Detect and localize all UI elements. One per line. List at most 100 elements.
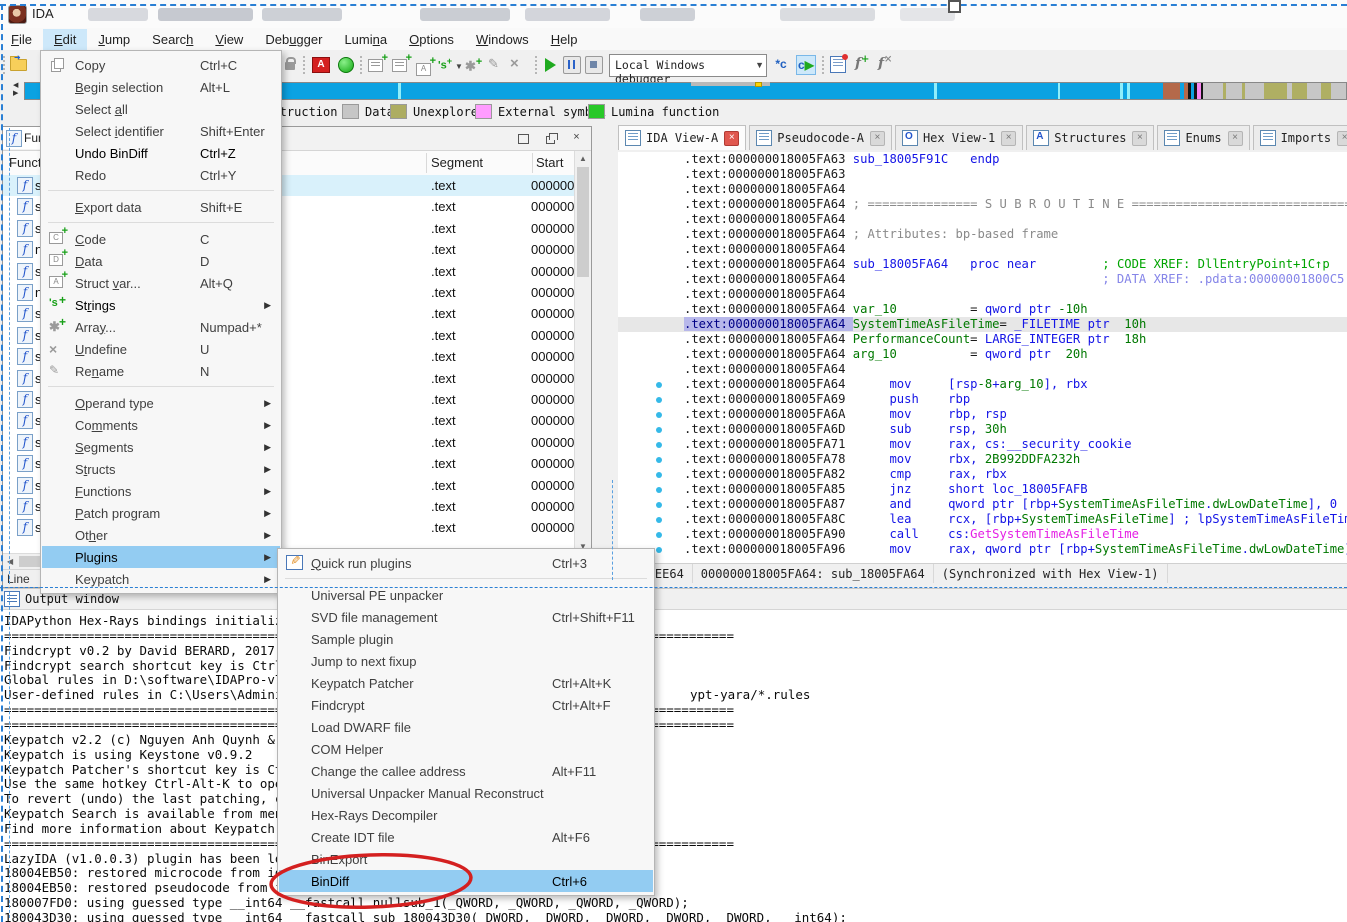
continue-process-icon[interactable]: c▶ (796, 55, 816, 75)
open-file-icon[interactable] (8, 54, 28, 74)
disassembly-line[interactable]: .text:000000018005FA8C lea rcx, [rbp+Sys… (618, 512, 1347, 527)
edit-menu-item-array[interactable]: ✱Array...Numpad+* (42, 316, 280, 338)
tab-structures[interactable]: Structures× (1026, 125, 1154, 150)
disassembly-line[interactable]: .text:000000018005FA64 (618, 212, 1347, 227)
close-icon[interactable]: × (570, 132, 583, 144)
strings-dropdown-caret[interactable]: ▼ (455, 62, 463, 71)
functions-vertical-scrollbar[interactable]: ▲ ▼ (574, 151, 591, 554)
disassembly-line[interactable]: .text:000000018005FA64 SystemTimeAsFileT… (618, 317, 1347, 332)
menubar-item-windows[interactable]: Windows (465, 29, 540, 50)
tab-ida-view-a[interactable]: IDA View-A× (618, 125, 746, 150)
disassembly-line[interactable]: .text:000000018005FA69 push rbp (618, 392, 1347, 407)
toolbar-grip[interactable] (535, 56, 537, 74)
menubar-item-help[interactable]: Help (540, 29, 589, 50)
disassembly-line[interactable]: .text:000000018005FA6A mov rbp, rsp (618, 407, 1347, 422)
plugins-menu-item-findcrypt[interactable]: FindcryptCtrl+Alt+F (279, 694, 653, 716)
stop-debugger-icon[interactable] (585, 56, 603, 74)
edit-menu-item-undefine[interactable]: ×UndefineU (42, 338, 280, 360)
plugins-menu-item-bindiff[interactable]: BinDiffCtrl+6 (279, 870, 653, 892)
maximize-icon[interactable] (518, 134, 529, 144)
column-start[interactable]: Start (536, 155, 563, 170)
edit-menu-item-data[interactable]: DDataD (42, 250, 280, 272)
tab-enums[interactable]: Enums× (1157, 125, 1249, 150)
plugins-menu-item-load-dwarf-file[interactable]: Load DWARF file (279, 716, 653, 738)
dock-handle[interactable] (948, 0, 961, 13)
menubar-item-file[interactable]: File (0, 29, 43, 50)
add-function-icon[interactable]: f+ (855, 54, 869, 72)
edit-menu-item-plugins[interactable]: Plugins▶ (42, 546, 280, 568)
tab-pseudocode-a[interactable]: Pseudocode-A× (749, 125, 892, 150)
disassembly-line[interactable]: .text:000000018005FA63 (618, 167, 1347, 182)
edit-menu-item-select-identifier[interactable]: Select identifierShift+Enter (42, 120, 280, 142)
toolbar-grip[interactable] (303, 56, 305, 74)
disassembly-line[interactable]: .text:000000018005FA64 (618, 287, 1347, 302)
disassembly-line[interactable]: .text:000000018005FA64 (618, 242, 1347, 257)
edit-menu-item-structs[interactable]: Structs▶ (42, 458, 280, 480)
ida-view-a-content[interactable]: .text:000000018005FA63 sub_18005F91C end… (618, 152, 1347, 563)
tab-imports[interactable]: Imports× (1253, 125, 1347, 150)
close-icon[interactable]: × (1228, 131, 1243, 146)
edit-menu-item-rename[interactable]: ✎RenameN (42, 360, 280, 382)
plugins-menu-item-sample-plugin[interactable]: Sample plugin (279, 628, 653, 650)
make-data-icon[interactable] (392, 59, 412, 79)
disassembly-line[interactable]: .text:000000018005FA64 sub_18005FA64 pro… (618, 257, 1347, 272)
edit-menu-item-other[interactable]: Other▶ (42, 524, 280, 546)
disassembly-line[interactable]: .text:000000018005FA6D sub rsp, 30h (618, 422, 1347, 437)
toolbar-grip[interactable] (3, 56, 5, 74)
disassembly-line[interactable]: .text:000000018005FA64 arg_10 = qword pt… (618, 347, 1347, 362)
edit-menu-item-patch-program[interactable]: Patch program▶ (42, 502, 280, 524)
disassembly-line[interactable]: .text:000000018005FA78 mov rbx, 2B992DDF… (618, 452, 1347, 467)
restore-icon[interactable] (546, 136, 555, 144)
disassembly-line[interactable]: .text:000000018005FA71 mov rax, cs:__sec… (618, 437, 1347, 452)
menubar-item-edit[interactable]: Edit (43, 29, 87, 50)
menubar-item-options[interactable]: Options (398, 29, 465, 50)
edit-menu-item-segments[interactable]: Segments▶ (42, 436, 280, 458)
menubar-item-jump[interactable]: Jump (87, 29, 141, 50)
plugins-menu-item-svd-file-management[interactable]: SVD file managementCtrl+Shift+F11 (279, 606, 653, 628)
disassembly-line[interactable]: .text:000000018005FA64 (618, 182, 1347, 197)
menubar-item-search[interactable]: Search (141, 29, 204, 50)
attach-process-icon[interactable]: *c (772, 55, 790, 73)
toolbar-grip[interactable] (360, 56, 362, 74)
disassembly-line[interactable]: .text:000000018005FA64 ; Attributes: bp-… (618, 227, 1347, 242)
close-icon[interactable]: × (870, 131, 885, 146)
struct-var-icon[interactable]: A (416, 59, 436, 79)
menubar-item-lumina[interactable]: Lumina (333, 29, 398, 50)
disassembly-line[interactable]: .text:000000018005FA64 mov [rsp-8+arg_10… (618, 377, 1347, 392)
disassembly-line[interactable]: .text:000000018005FA64 PerformanceCount=… (618, 332, 1347, 347)
debugger-selector[interactable]: Local Windows debugger ▼ (609, 54, 767, 77)
edit-menu-item-code[interactable]: CCodeC (42, 228, 280, 250)
navband-arrows[interactable]: ◀▶ (13, 82, 18, 98)
edit-menu-item-comments[interactable]: Comments▶ (42, 414, 280, 436)
plugins-menu-item-com-helper[interactable]: COM Helper (279, 738, 653, 760)
disassembly-line[interactable]: .text:000000018005FA96 mov rax, qword pt… (618, 542, 1347, 557)
edit-menu-item-functions[interactable]: Functions▶ (42, 480, 280, 502)
close-icon[interactable]: × (1001, 131, 1016, 146)
remove-function-icon[interactable]: f× (878, 54, 892, 72)
close-icon[interactable]: × (1132, 131, 1147, 146)
breakpoint-list-icon[interactable] (830, 56, 846, 73)
menubar-item-view[interactable]: View (204, 29, 254, 50)
edit-menu-item-operand-type[interactable]: Operand type▶ (42, 392, 280, 414)
plugins-menu-item-universal-unpacker-manual-reconstruct[interactable]: Universal Unpacker Manual Reconstruct (279, 782, 653, 804)
column-segment[interactable]: Segment (431, 155, 483, 170)
edit-menu-item-select-all[interactable]: Select all (42, 98, 280, 120)
toolbar-grip[interactable] (822, 56, 824, 74)
rename-icon[interactable]: ✎ (488, 56, 508, 76)
disassembly-line[interactable]: .text:000000018005FA64 (618, 362, 1347, 377)
undefine-icon[interactable]: × (510, 55, 530, 75)
tab-hex-view-1[interactable]: Hex View-1× (895, 125, 1023, 150)
problems-icon[interactable]: A (312, 57, 330, 73)
edit-menu-item-redo[interactable]: RedoCtrl+Y (42, 164, 280, 186)
pause-debugger-icon[interactable] (563, 56, 581, 74)
plugins-menu-item-keypatch-patcher[interactable]: Keypatch PatcherCtrl+Alt+K (279, 672, 653, 694)
disassembly-line[interactable]: .text:000000018005FA90 call cs:GetSystem… (618, 527, 1347, 542)
signature-lock-icon[interactable] (285, 62, 295, 70)
close-icon[interactable]: × (724, 131, 739, 146)
edit-menu-item-strings[interactable]: 'sStrings▶ (42, 294, 280, 316)
disassembly-line[interactable]: .text:000000018005FA87 and qword ptr [rb… (618, 497, 1347, 512)
plugins-menu-item-create-idt-file[interactable]: Create IDT fileAlt+F6 (279, 826, 653, 848)
plugins-menu-item-change-the-callee-address[interactable]: Change the callee addressAlt+F11 (279, 760, 653, 782)
disassembly-line[interactable]: .text:000000018005FA63 sub_18005F91C end… (618, 152, 1347, 167)
scroll-up-icon[interactable]: ▲ (579, 154, 587, 163)
